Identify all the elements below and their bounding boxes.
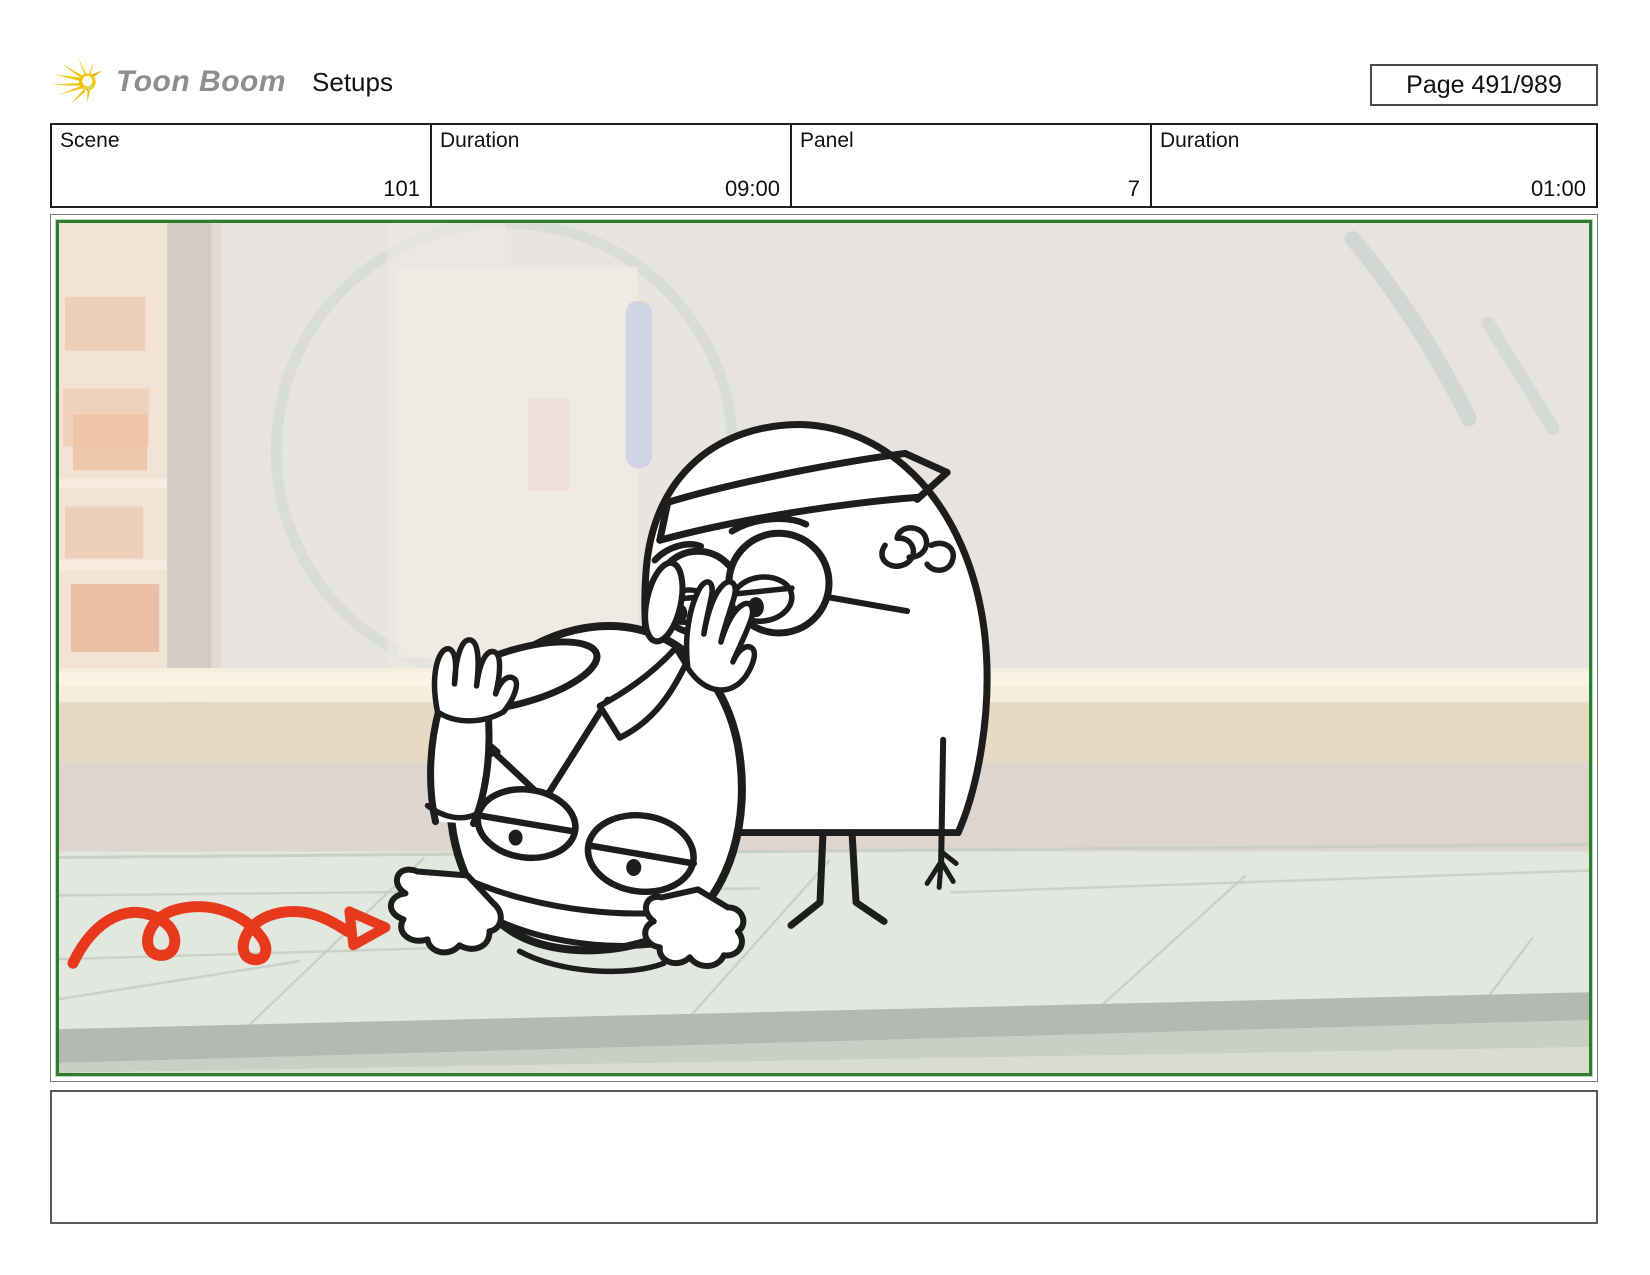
panel-value: 7 (1127, 176, 1140, 201)
scene-duration-cell: Duration 09:00 (432, 125, 792, 206)
toonboom-logo: Toon Boom Setups (50, 54, 393, 110)
panel-duration-cell: Duration 01:00 (1152, 125, 1596, 206)
caption-box (50, 1090, 1598, 1224)
shot-info-row: Scene 101 Duration 09:00 Panel 7 Duratio… (50, 123, 1598, 208)
storyboard-artwork (59, 223, 1589, 1073)
scene-duration-label: Duration (440, 129, 520, 152)
camera-frame (55, 219, 1593, 1077)
scene-value: 101 (383, 176, 420, 201)
panel-duration-value: 01:00 (1530, 176, 1586, 201)
panel-duration-label: Duration (1160, 129, 1240, 152)
page-indicator: Page 491/989 (1370, 64, 1598, 106)
section-title: Setups (312, 66, 393, 97)
storyboard-export-page: Toon Boom Setups Page 491/989 Scene 101 … (0, 0, 1650, 1275)
brand-text: Toon Boom (116, 65, 287, 98)
scene-duration-value: 09:00 (724, 176, 780, 201)
toonboom-starburst-icon (51, 57, 103, 105)
page-header: Toon Boom Setups Page 491/989 (50, 54, 1598, 112)
storyboard-panel (50, 214, 1598, 1082)
panel-cell-info: Panel 7 (792, 125, 1152, 206)
scene-cell: Scene 101 (52, 125, 432, 206)
scene-label: Scene (60, 129, 120, 152)
panel-label: Panel (800, 129, 854, 152)
